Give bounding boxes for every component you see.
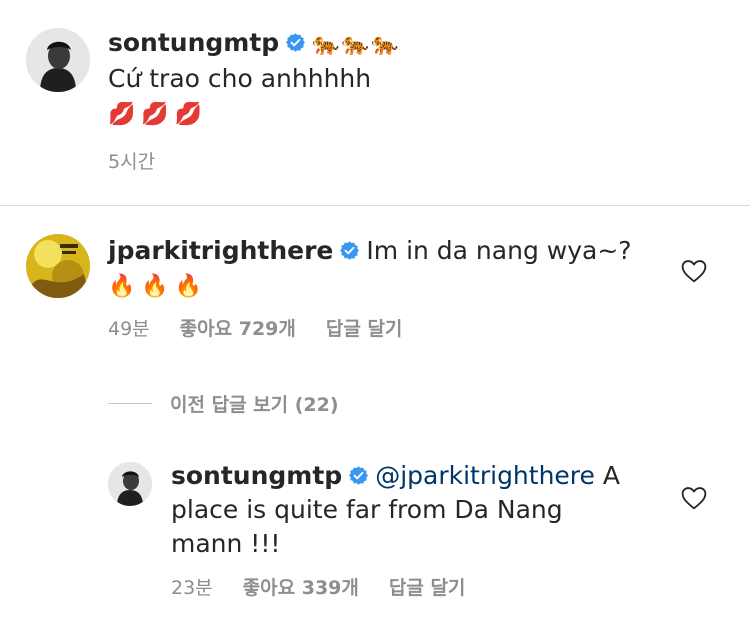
like-count[interactable]: 좋아요 339개 [243,577,359,599]
avatar[interactable] [26,234,90,298]
reply-line-3: mann !!! [171,529,281,558]
reply-username[interactable]: sontungmtp [171,461,342,490]
avatar[interactable] [108,462,152,506]
verified-badge-icon [348,465,369,486]
tiger-emoji: 🐅🐅🐅 [312,32,401,57]
reply-line-2: place is quite far from Da Nang [171,495,563,524]
reply-line-1: sontungmtp @jparkitrighthere A [171,459,620,493]
reply-button[interactable]: 답글 달기 [326,318,403,340]
reply-meta: 23분 좋아요 339개 답글 달기 [171,576,495,600]
verified-badge-icon [339,240,360,261]
heart-outline-icon[interactable] [681,486,707,510]
mention-link[interactable]: @jparkitrighthere [375,461,595,490]
view-replies-button[interactable]: 이전 답글 보기 (22) [108,390,339,416]
like-count[interactable]: 좋아요 729개 [180,318,296,340]
avatar[interactable] [26,28,90,92]
verified-badge-icon [285,32,306,53]
comment-meta: 49분 좋아요 729개 답글 달기 [108,317,432,341]
comment-header: sontungmtp 🐅🐅🐅 [108,26,400,62]
comment-username[interactable]: jparkitrighthere [108,236,333,265]
view-replies-label: 이전 답글 보기 (22) [170,393,339,416]
comment-username[interactable]: sontungmtp [108,28,279,57]
comment-meta: 5시간 [108,150,185,174]
comment-text: Cứ trao cho anhhhhh [108,64,372,93]
comment-time: 49분 [108,318,150,340]
divider-line [108,402,152,404]
divider [0,205,750,206]
reply-button[interactable]: 답글 달기 [389,577,466,599]
reply-time: 23분 [171,577,213,599]
reply-text-start: A [594,461,620,490]
comment-header: jparkitrighthere Im in da nang wya~? [108,234,632,268]
kiss-emoji: 💋💋💋 [108,102,209,127]
fire-emoji: 🔥🔥🔥 [108,274,209,299]
comment-time: 5시간 [108,151,156,173]
comment-text: Im in da nang wya~? [366,236,632,265]
heart-outline-icon[interactable] [681,259,707,283]
